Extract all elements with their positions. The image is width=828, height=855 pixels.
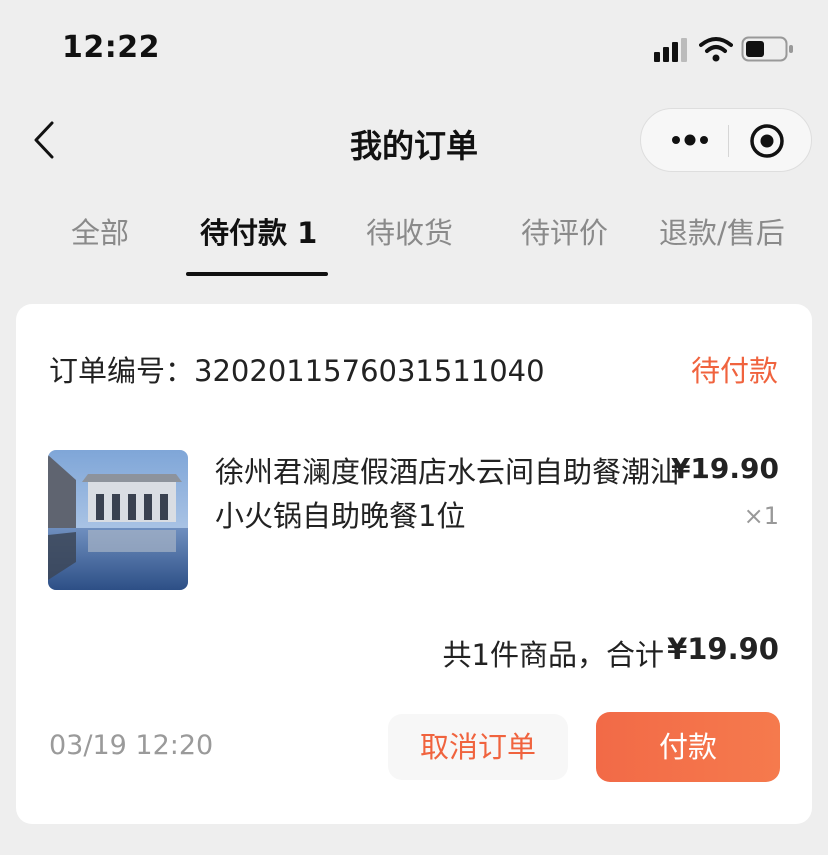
status-time: 12:22 bbox=[62, 30, 160, 65]
order-number-value: 3202011576031511040 bbox=[194, 354, 545, 388]
order-status: 待付款 bbox=[690, 354, 778, 388]
capsule-divider bbox=[728, 125, 729, 157]
nav-bar: 我的订单 bbox=[0, 105, 828, 175]
product-name[interactable]: 徐州君澜度假酒店水云间自助餐潮汕小火锅自助晚餐1位 bbox=[215, 450, 680, 538]
product-quantity: ×1 bbox=[743, 502, 779, 530]
close-miniprogram-icon[interactable] bbox=[747, 121, 787, 161]
more-icon[interactable] bbox=[661, 119, 719, 161]
tab-pending-payment[interactable]: 待付款 1 bbox=[200, 210, 317, 252]
order-total: ¥19.90 bbox=[667, 632, 779, 666]
order-time: 03/19 12:20 bbox=[49, 730, 214, 761]
miniprogram-capsule bbox=[640, 108, 812, 172]
signal-icon bbox=[654, 38, 687, 62]
order-summary-label: 共1件商品，合计 bbox=[442, 638, 664, 672]
order-number-label: 订单编号： bbox=[49, 354, 195, 388]
tab-pending-review[interactable]: 待评价 bbox=[521, 210, 608, 252]
battery-icon bbox=[741, 36, 793, 62]
order-card[interactable]: 订单编号：3202011576031511040 待付款 徐州君澜度假酒店水云间… bbox=[16, 304, 812, 824]
product-price: ¥19.90 bbox=[670, 452, 779, 485]
active-tab-indicator bbox=[186, 272, 328, 276]
tab-all[interactable]: 全部 bbox=[71, 210, 129, 252]
tab-refund[interactable]: 退款/售后 bbox=[659, 210, 785, 252]
wifi-icon bbox=[699, 37, 733, 62]
cancel-order-button[interactable]: 取消订单 bbox=[388, 714, 568, 780]
status-bar: 12:22 bbox=[0, 0, 828, 100]
order-number: 订单编号：3202011576031511040 bbox=[49, 348, 545, 390]
product-image[interactable] bbox=[48, 450, 188, 590]
pay-button[interactable]: 付款 bbox=[596, 712, 780, 782]
tab-pending-receipt[interactable]: 待收货 bbox=[366, 210, 453, 252]
order-tabs: 全部 待付款 1 待收货 待评价 退款/售后 bbox=[0, 200, 828, 280]
